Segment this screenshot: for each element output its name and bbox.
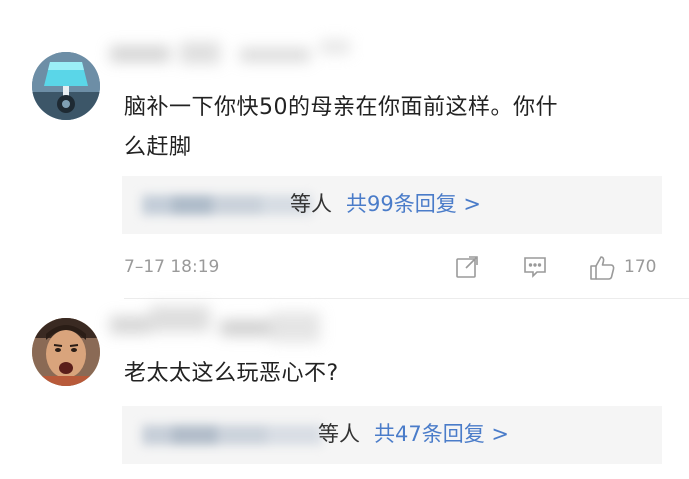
share-icon[interactable] (454, 254, 480, 284)
timestamp: 7–17 18:19 (124, 257, 220, 277)
comment-item: 老太太这么玩恶心不? 等人 共47条回复 > (0, 300, 689, 479)
reply-summary: 等人 共47条回复 > (318, 418, 509, 448)
comment-icon[interactable] (522, 254, 548, 284)
comment-text: 老太太这么玩恶心不? (124, 354, 664, 394)
reply-usernames-redacted (142, 191, 312, 219)
like-count: 170 (624, 257, 657, 277)
view-replies-link[interactable]: 共47条回复 > (374, 422, 509, 446)
comment-meta: 7–17 18:19 170 (124, 254, 664, 284)
username-redacted (110, 40, 350, 70)
man-avatar-image (32, 318, 100, 386)
comment-text-line: 么赶脚 (124, 135, 192, 160)
comment-divider (124, 298, 689, 299)
avatar[interactable] (32, 318, 100, 386)
comment-text: 脑补一下你快50的母亲在你面前这样。你什 么赶脚 (124, 88, 664, 168)
reply-suffix: 等人 (290, 192, 332, 216)
reply-suffix: 等人 (318, 422, 360, 446)
comment-text-line: 老太太这么玩恶心不? (124, 361, 339, 386)
thumbs-up-icon[interactable] (588, 254, 616, 286)
reply-preview[interactable]: 等人 共47条回复 > (122, 406, 662, 464)
view-replies-link[interactable]: 共99条回复 > (346, 192, 481, 216)
reply-usernames-redacted (142, 421, 322, 449)
comment-item: 脑补一下你快50的母亲在你面前这样。你什 么赶脚 等人 共99条回复 > 7–17… (0, 0, 689, 300)
lamp-avatar-image (32, 52, 100, 120)
reply-summary: 等人 共99条回复 > (290, 188, 481, 218)
reply-preview[interactable]: 等人 共99条回复 > (122, 176, 662, 234)
comment-text-line: 脑补一下你快50的母亲在你面前这样。你什 (124, 95, 558, 120)
avatar[interactable] (32, 52, 100, 120)
username-redacted (110, 306, 330, 350)
